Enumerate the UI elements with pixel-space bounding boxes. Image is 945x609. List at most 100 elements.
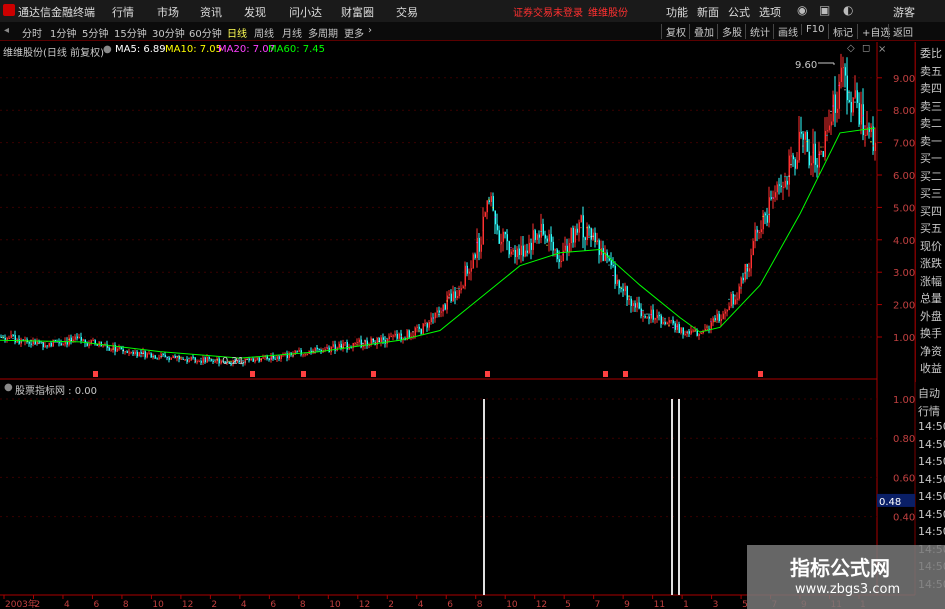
candle-body [590,228,592,240]
indicator-settings-icon[interactable]: ● [4,382,13,393]
indicator-name-label: 股票指标网 : 0.00 [15,386,97,397]
candle-body [736,298,738,300]
candle-body [674,323,676,330]
candle-body [632,303,634,306]
candle-body [560,261,562,263]
candle-body [316,347,318,350]
candle-body [454,291,456,298]
candle-body [452,291,454,302]
x-axis-label: 6 [270,600,276,609]
ma-trace-point [180,357,182,359]
candle-body [642,316,644,318]
candle-body [842,67,844,69]
candle-body [314,347,316,352]
indicator-axis-label: 0.40 [893,513,915,524]
ma-trace-point [38,342,40,345]
candle-body [450,293,452,302]
indicator-axis-label: 0.80 [893,434,915,445]
candle-body [780,185,782,187]
candle-body [46,345,48,347]
quote-field-label: 现价 [920,239,942,253]
candle-body [684,334,686,336]
ma-trace-point [702,332,704,334]
ma-trace-point [270,358,272,360]
candle-body [422,323,424,334]
event-marker [250,371,255,377]
indicator-current-value: 0.48 [879,497,901,508]
ma-trace-point [292,355,294,357]
ma-trace-point [640,311,642,313]
candle-body [148,353,150,355]
ma-trace-point [140,353,142,356]
candle-body [76,336,78,339]
candle-body [506,234,508,242]
candle-body [124,351,126,353]
ma-trace-point [400,335,402,337]
candle-body [672,320,674,324]
candle-body [538,234,540,238]
candle-body [390,336,392,338]
candle-body [150,353,152,358]
ma-trace-point [822,146,824,148]
candle-body [208,357,210,359]
candle-body [716,313,718,321]
ma-trace-point [344,344,346,346]
candle-body [784,180,786,187]
candle-body [742,277,744,281]
ma-trace-point [174,357,176,359]
ma-trace-point [250,358,252,361]
candle-body [524,250,526,257]
candle-body [786,180,788,185]
candle-body [418,326,420,329]
candle-body [760,229,762,233]
event-marker [758,371,763,377]
candle-body [618,279,620,288]
candle-body [472,254,474,269]
candle-body [486,200,488,213]
candle-body [654,318,656,320]
candle-body [776,184,778,193]
ma-trace-point [646,313,648,315]
candle-body [388,336,390,339]
ma-trace-point [756,230,758,232]
candle-body [118,347,120,349]
ma-trace-point [432,317,434,319]
candle-body [816,164,818,168]
candle-body [774,192,776,198]
candle-body [576,228,578,233]
candle-body [126,351,128,353]
ma-trace-point [558,253,560,256]
ma-trace-point [334,347,336,349]
candle-body [72,339,74,341]
ma-trace-point [608,264,610,266]
candle-body [788,155,790,185]
ma-trace-point [188,357,190,359]
x-axis-label: 5 [565,600,571,609]
candle-body [512,249,514,252]
candle-body [790,155,792,157]
candle-body [42,342,44,348]
candle-body [508,241,510,255]
candle-body [218,358,220,364]
candle-body [852,97,854,113]
candle-body [700,333,702,335]
candle-body [812,143,814,164]
candle-body [466,265,468,274]
ma-trace-point [744,272,746,274]
candle-body [496,224,498,231]
ma-trace-point [668,324,670,326]
ma-trace-point [386,337,388,340]
quote-field-label: 买一 [920,152,942,165]
candle-body [646,316,648,318]
ma-trace-point [530,238,532,240]
candle-body [846,75,848,101]
x-axis-label: 2 [34,600,40,609]
candle-body [714,318,716,321]
candle-body [214,361,216,363]
candle-body [832,94,834,122]
candle-body [288,352,290,359]
candle-body [426,322,428,328]
candle-body [60,343,62,346]
candle-body [612,265,614,267]
ma-trace-point [638,306,640,309]
